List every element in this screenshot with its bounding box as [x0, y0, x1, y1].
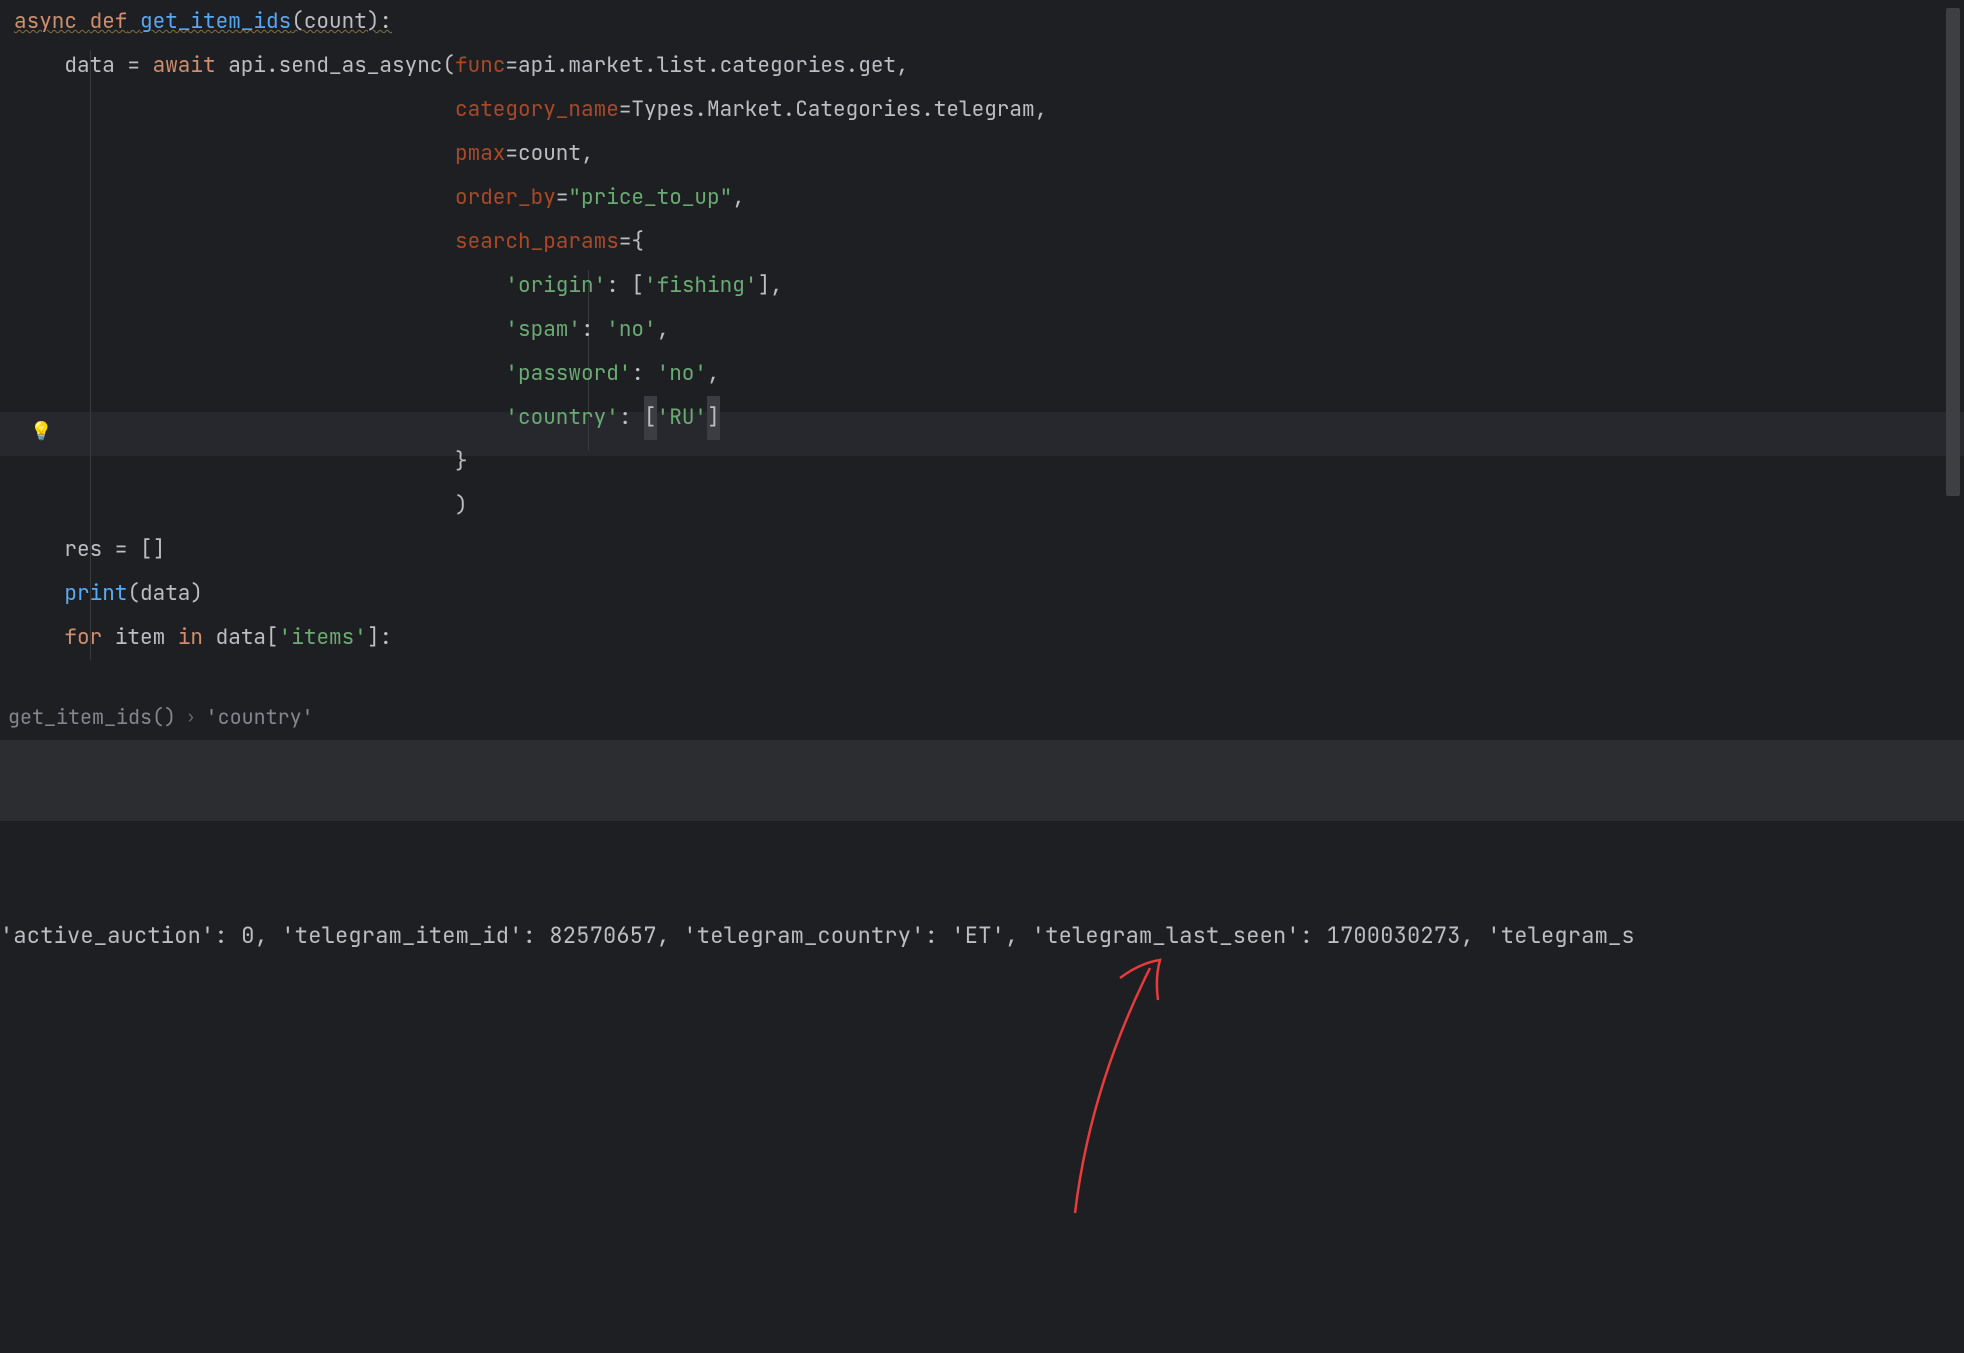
- breadcrumb-bar[interactable]: get_item_ids() › 'country': [0, 693, 1964, 739]
- param-name: search_params: [455, 220, 619, 264]
- code-line[interactable]: category_name=Types.Market.Categories.te…: [14, 88, 1964, 132]
- code-text: ]:: [367, 616, 392, 660]
- terminal-tab-bar[interactable]: [0, 821, 1964, 893]
- code-line[interactable]: order_by="price_to_up",: [14, 176, 1964, 220]
- bracket-open: [: [644, 396, 657, 440]
- keyword-def: def: [90, 0, 128, 44]
- string-literal: "price_to_up": [568, 176, 732, 220]
- code-line[interactable]: }: [14, 440, 1964, 484]
- params: (count):: [291, 0, 392, 44]
- code-text: ,: [707, 352, 720, 396]
- code-line[interactable]: async def get_item_ids(count):: [14, 0, 1964, 44]
- string-literal: 'fishing': [644, 264, 757, 308]
- keyword-async: async: [14, 0, 77, 44]
- lightbulb-icon[interactable]: 💡: [30, 420, 52, 443]
- code-editor[interactable]: async def get_item_ids(count): data = aw…: [0, 0, 1964, 660]
- param-name: pmax: [455, 132, 505, 176]
- string-literal: 'no': [606, 308, 656, 352]
- terminal-output-line: 'active_auction': 0, 'telegram_item_id':…: [0, 921, 1964, 950]
- code-text: }: [455, 440, 468, 484]
- chevron-right-icon: ›: [186, 706, 196, 727]
- code-line[interactable]: ): [14, 484, 1964, 528]
- code-text: item: [102, 616, 178, 660]
- code-line[interactable]: res = []: [14, 528, 1964, 572]
- code-text: =: [556, 176, 569, 220]
- string-literal: 'no': [657, 352, 707, 396]
- breadcrumb-item[interactable]: 'country': [206, 704, 314, 730]
- param-name: func: [455, 44, 505, 88]
- function-name: get_item_ids: [140, 0, 291, 44]
- string-literal: 'items': [279, 616, 367, 660]
- keyword-await: await: [153, 44, 216, 88]
- builtin-print: print: [64, 572, 127, 616]
- annotation-arrow-icon: [1060, 948, 1190, 1228]
- string-literal: 'country': [505, 396, 618, 440]
- code-text: ): [455, 484, 468, 528]
- code-line[interactable]: search_params={: [14, 220, 1964, 264]
- code-line[interactable]: print(data): [14, 572, 1964, 616]
- string-literal: 'spam': [505, 308, 581, 352]
- code-line[interactable]: 'password': 'no',: [14, 352, 1964, 396]
- code-text: :: [619, 396, 644, 440]
- code-line[interactable]: 'origin': ['fishing'],: [14, 264, 1964, 308]
- code-text: data =: [14, 44, 153, 88]
- code-text: =Types.Market.Categories.telegram,: [619, 88, 1047, 132]
- code-text: ={: [619, 220, 644, 264]
- keyword-in: in: [178, 616, 203, 660]
- string-literal: 'password': [505, 352, 631, 396]
- code-line[interactable]: data = await api.send_as_async(func=api.…: [14, 44, 1964, 88]
- code-text: : [: [606, 264, 644, 308]
- code-editor-pane[interactable]: 💡 async def get_item_ids(count): data = …: [0, 0, 1964, 693]
- code-line[interactable]: pmax=count,: [14, 132, 1964, 176]
- param-name: category_name: [455, 88, 619, 132]
- code-text: res = []: [14, 528, 165, 572]
- keyword-for: for: [64, 616, 102, 660]
- code-text: data[: [203, 616, 279, 660]
- code-text: api.send_as_async(: [216, 44, 455, 88]
- code-text: =count,: [505, 132, 593, 176]
- code-text: ,: [732, 176, 745, 220]
- code-text: :: [631, 352, 656, 396]
- code-text: ,: [657, 308, 670, 352]
- code-text: (data): [127, 572, 203, 616]
- string-literal: 'origin': [505, 264, 606, 308]
- code-line[interactable]: 'spam': 'no',: [14, 308, 1964, 352]
- code-line[interactable]: 'country': ['RU']: [14, 396, 1964, 440]
- code-text: =api.market.list.categories.get,: [505, 44, 908, 88]
- tool-window-header[interactable]: [0, 739, 1964, 821]
- breadcrumb-item[interactable]: get_item_ids(): [8, 704, 176, 730]
- string-literal: 'RU': [657, 396, 707, 440]
- code-text: ],: [757, 264, 782, 308]
- bracket-close: ]: [707, 396, 720, 440]
- terminal-output-pane[interactable]: 'active_auction': 0, 'telegram_item_id':…: [0, 893, 1964, 1353]
- code-line[interactable]: for item in data['items']:: [14, 616, 1964, 660]
- code-text: :: [581, 308, 606, 352]
- param-name: order_by: [455, 176, 556, 220]
